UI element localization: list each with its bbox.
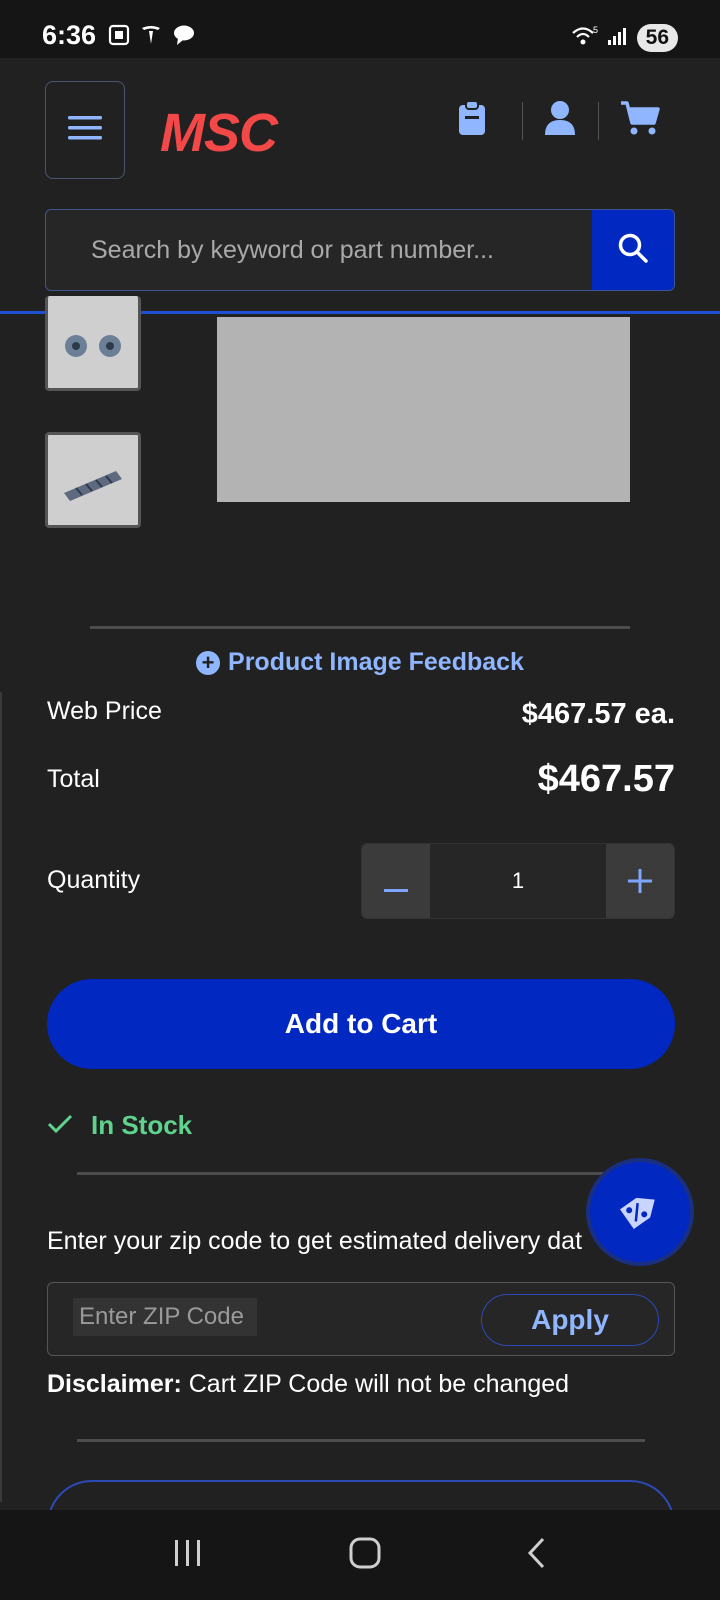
web-price-value: $467.57 ea. <box>521 698 675 730</box>
product-main-image[interactable] <box>217 317 630 502</box>
cart-icon[interactable] <box>620 100 660 141</box>
apply-button[interactable]: Apply <box>481 1294 659 1346</box>
left-rail <box>0 692 2 1502</box>
divider <box>77 1439 645 1442</box>
quantity-increase-button[interactable] <box>606 844 674 918</box>
plus-circle-icon: + <box>196 650 221 675</box>
zip-form: Apply <box>47 1282 675 1356</box>
user-icon[interactable] <box>544 100 576 141</box>
disclaimer: Disclaimer: Cart ZIP Code will not be ch… <box>47 1370 569 1399</box>
search-input[interactable] <box>46 210 594 290</box>
menu-button[interactable] <box>45 81 125 179</box>
total-value: $467.57 <box>537 758 675 800</box>
search-icon <box>617 232 649 269</box>
add-to-cart-button[interactable]: Add to Cart <box>47 979 675 1069</box>
chat-bubble-icon <box>172 24 196 51</box>
screenshot-icon <box>108 24 130 51</box>
divider <box>77 1172 631 1175</box>
status-icons-right: 5 56 <box>571 24 678 52</box>
header-separator <box>522 102 523 140</box>
quantity-input[interactable]: 1 <box>430 844 606 918</box>
tesla-icon <box>140 24 162 51</box>
product-thumbnail[interactable] <box>45 432 141 528</box>
wifi-icon: 5 <box>571 25 599 52</box>
site-header: MSC <box>0 58 720 314</box>
battery-icon: 56 <box>636 24 678 52</box>
divider <box>90 626 630 629</box>
back-icon[interactable] <box>526 1537 548 1574</box>
checkmark-icon <box>47 1110 73 1141</box>
search-bar <box>45 209 675 291</box>
msc-logo[interactable]: MSC <box>160 102 278 164</box>
signal-icon <box>607 25 629 52</box>
plus-icon <box>628 860 652 903</box>
quantity-label: Quantity <box>47 866 141 894</box>
disclaimer-text: Cart ZIP Code will not be changed <box>181 1370 570 1398</box>
product-thumbnail[interactable] <box>45 296 141 391</box>
promo-button[interactable] <box>590 1162 690 1262</box>
search-button[interactable] <box>592 210 674 290</box>
status-time: 6:36 <box>42 20 97 50</box>
disclaimer-bold: Disclaimer: <box>47 1370 182 1398</box>
recents-icon[interactable] <box>172 1538 204 1573</box>
home-icon[interactable] <box>349 1537 381 1574</box>
zip-prompt: Enter your zip code to get estimated del… <box>47 1227 583 1255</box>
discount-tag-icon <box>610 1180 670 1245</box>
header-separator <box>598 102 599 140</box>
stock-status: In Stock <box>47 1110 192 1141</box>
quantity-decrease-button[interactable] <box>362 844 430 918</box>
status-bar: 6:36 5 56 <box>0 0 720 58</box>
zip-input[interactable] <box>73 1298 257 1336</box>
feedback-label: Product Image Feedback <box>228 648 524 676</box>
status-icons-left <box>108 24 196 51</box>
clipboard-icon[interactable] <box>458 100 486 141</box>
quantity-stepper: 1 <box>361 843 675 919</box>
system-nav-bar <box>0 1510 720 1600</box>
svg-text:5: 5 <box>593 25 598 35</box>
total-label: Total <box>47 765 100 793</box>
stock-status-label: In Stock <box>91 1110 193 1140</box>
product-image-feedback-link[interactable]: + Product Image Feedback <box>0 648 720 677</box>
menu-icon <box>68 114 102 147</box>
minus-icon <box>384 860 408 903</box>
web-price-label: Web Price <box>47 697 162 725</box>
